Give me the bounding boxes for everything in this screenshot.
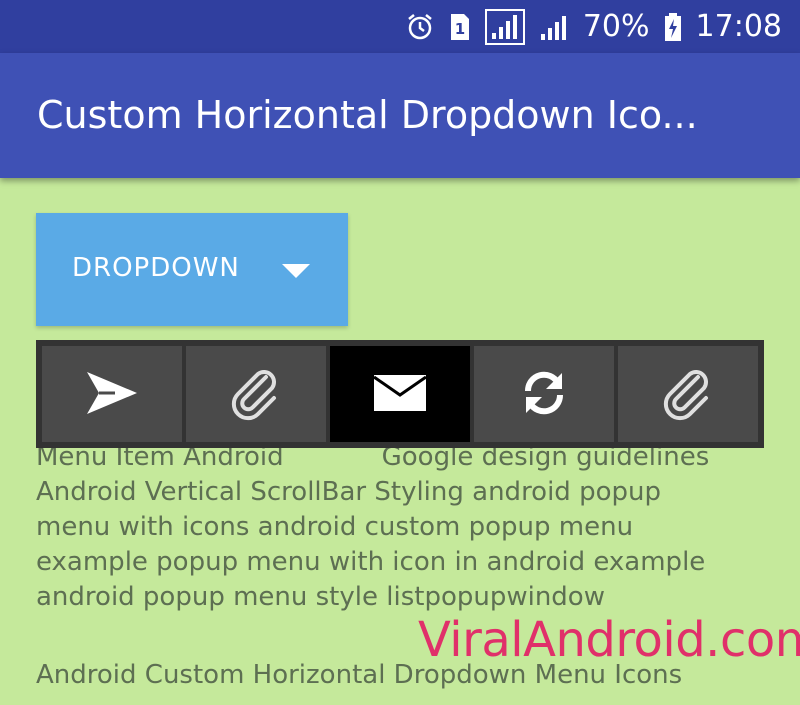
mail-icon [373, 374, 427, 414]
menu-item-refresh[interactable] [474, 346, 614, 442]
alarm-icon [405, 12, 435, 42]
send-icon [85, 370, 139, 419]
content-line-5: android popup menu style listpopupwindow [36, 582, 605, 612]
horizontal-dropdown-menu [36, 340, 764, 448]
dropdown-label: DROPDOWN [72, 253, 240, 283]
refresh-icon [518, 367, 570, 422]
svg-text:1: 1 [455, 20, 465, 38]
status-bar: 1 70% 17:08 [0, 0, 800, 53]
signal-sim1-icon [484, 8, 525, 45]
triangle-down-icon [280, 262, 312, 284]
content-text: Menu Item Android Google design guideline… [36, 440, 776, 615]
attachment-icon [660, 365, 716, 424]
menu-item-send[interactable] [42, 346, 182, 442]
status-icons: 1 70% 17:08 [405, 0, 782, 53]
menu-item-attachment-2[interactable] [618, 346, 758, 442]
app-bar: Custom Horizontal Dropdown Ico... [0, 53, 800, 178]
attachment-icon [228, 365, 284, 424]
status-time: 17:08 [695, 9, 782, 44]
menu-item-mail[interactable] [330, 346, 470, 442]
content-line-2: Android Vertical ScrollBar Styling andro… [36, 477, 661, 507]
content-line-3: menu with icons android custom popup men… [36, 512, 634, 542]
battery-percent: 70% [582, 9, 650, 44]
signal-sim2-icon [539, 12, 569, 42]
sim-1-icon: 1 [449, 12, 471, 42]
battery-charging-icon [664, 12, 682, 42]
watermark: ViralAndroid.com [418, 612, 800, 668]
app-title: Custom Horizontal Dropdown Ico... [37, 93, 698, 137]
content-line-4: example popup menu with icon in android … [36, 547, 706, 577]
menu-item-attachment[interactable] [186, 346, 326, 442]
